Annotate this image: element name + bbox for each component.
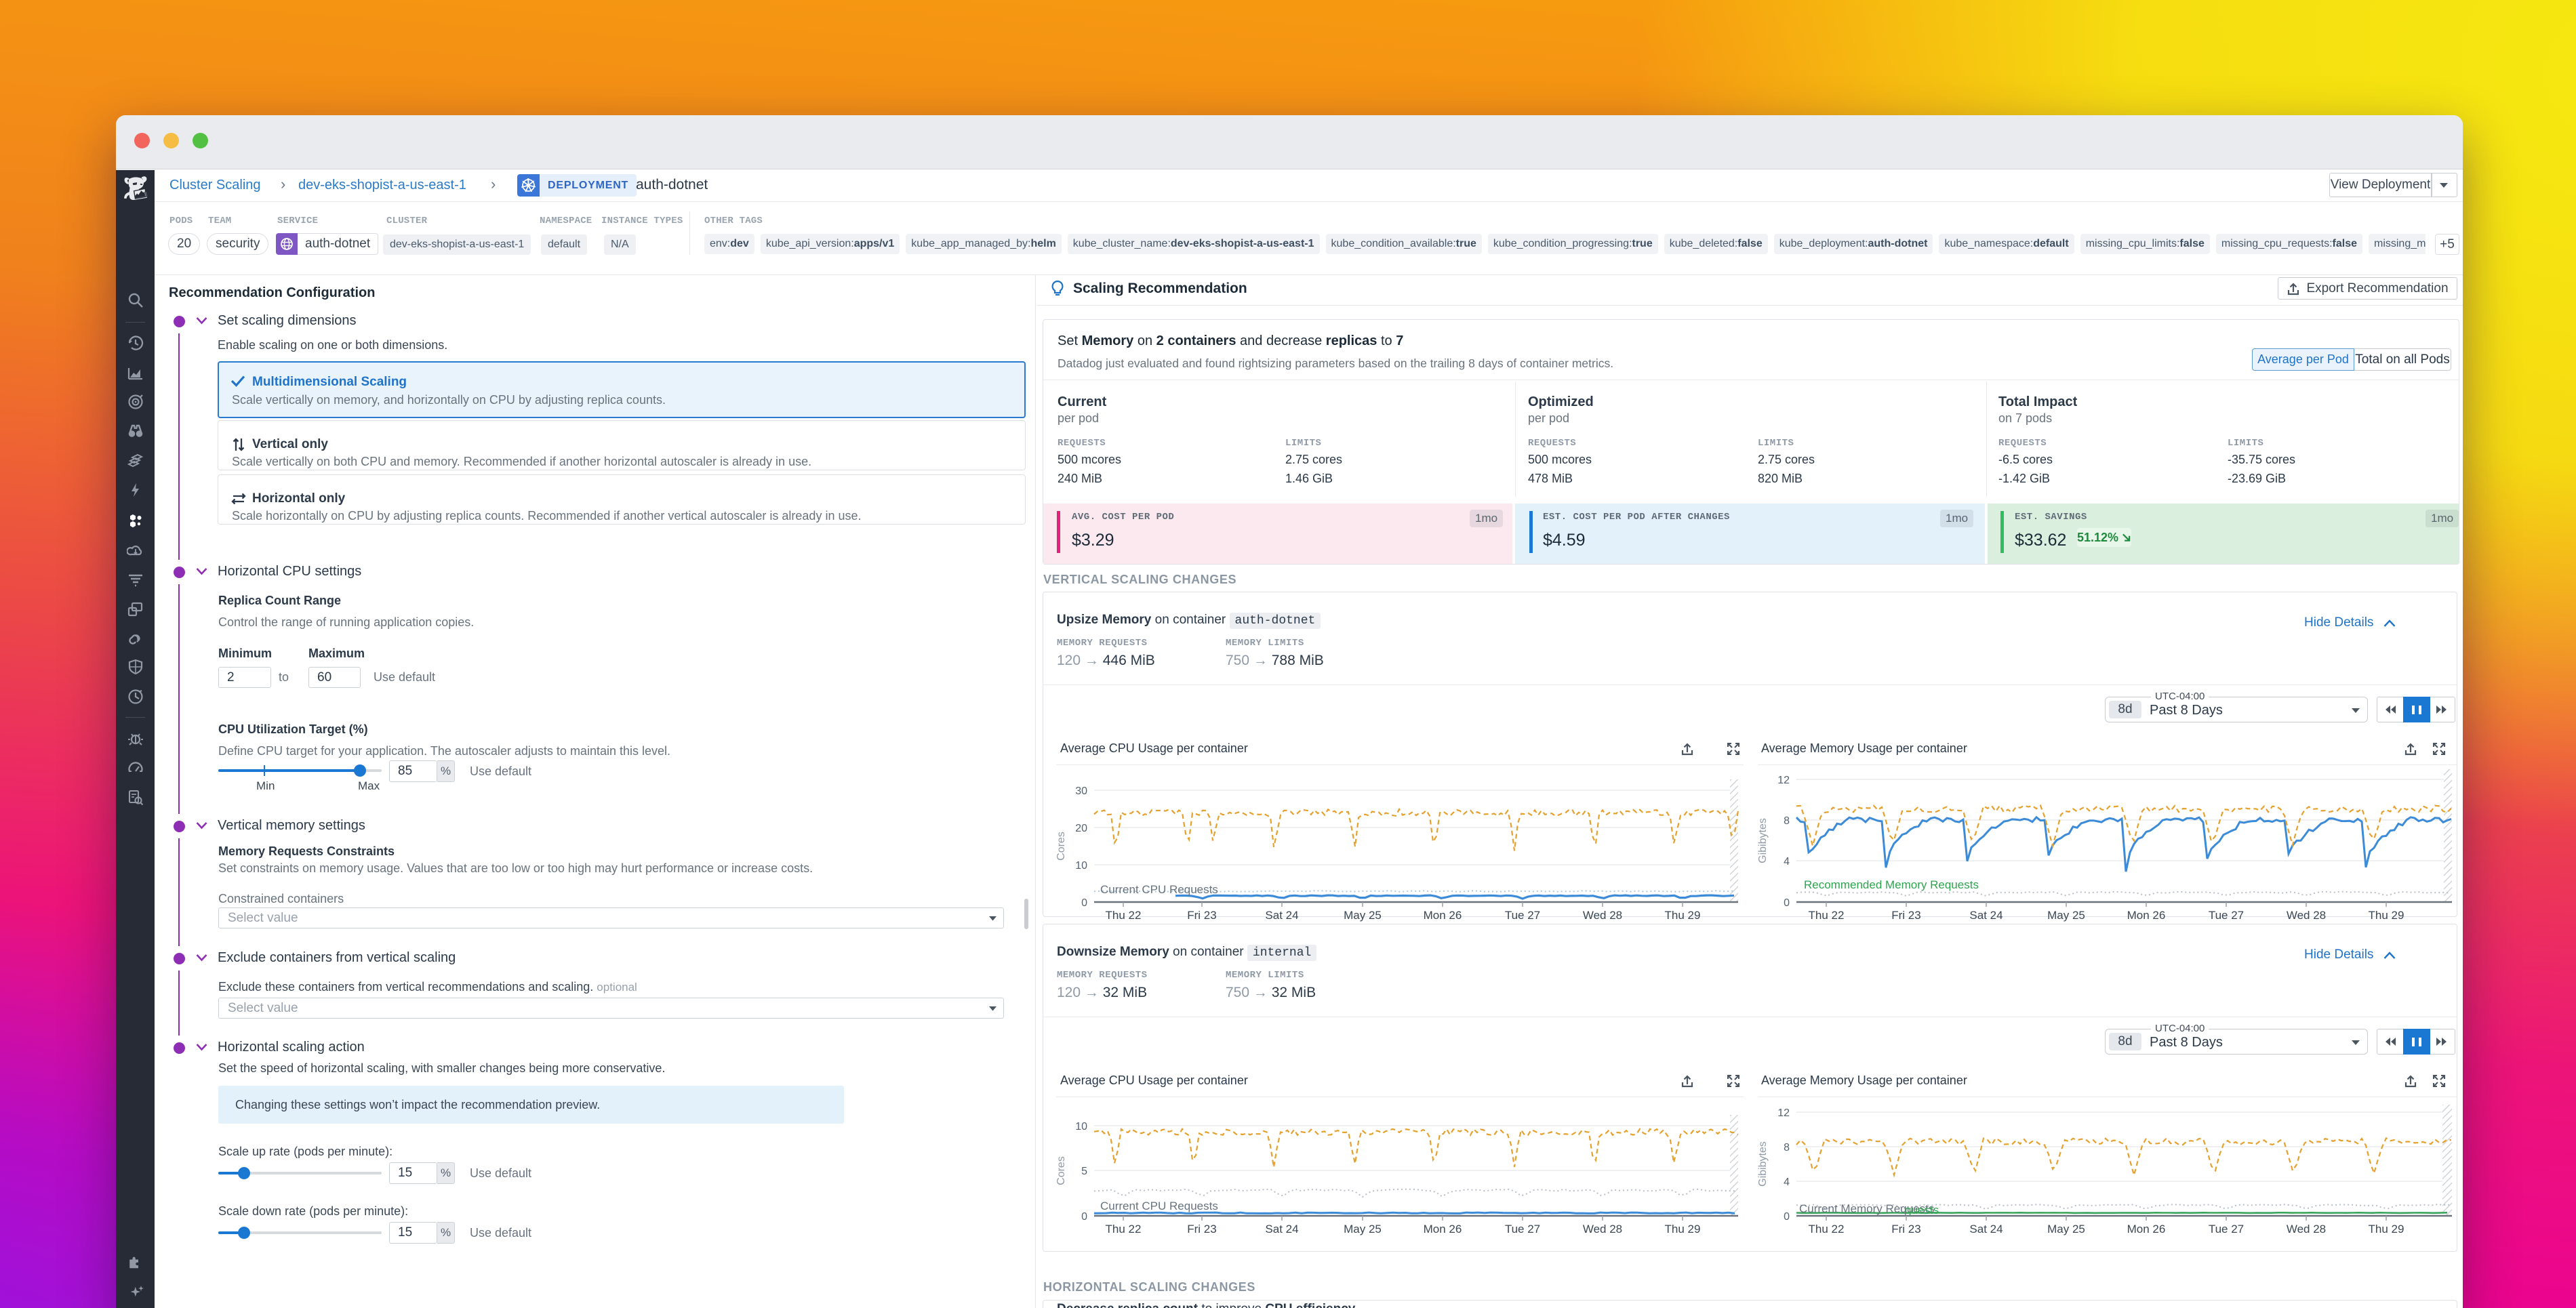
svg-text:4: 4 [1784,856,1790,867]
svg-text:Thu 29: Thu 29 [1665,1223,1701,1235]
svg-text:Tue 27: Tue 27 [1505,1223,1540,1235]
svg-text:0: 0 [1784,1211,1790,1223]
svg-text:Fri 23: Fri 23 [1891,1223,1920,1235]
svg-text:Thu 22: Thu 22 [1809,1223,1845,1235]
svg-text:Fri 23: Fri 23 [1187,1223,1216,1235]
svg-text:Thu 22: Thu 22 [1106,909,1142,922]
svg-text:Current CPU Requests: Current CPU Requests [1100,1200,1218,1212]
svg-text:Recommended Memory Requests: Recommended Memory Requests [1804,878,1979,891]
svg-text:May 25: May 25 [2047,909,2085,922]
svg-text:10: 10 [1075,860,1087,872]
svg-text:May 25: May 25 [1344,1223,1382,1235]
svg-text:Wed 28: Wed 28 [1583,909,1622,922]
svg-text:Thu 29: Thu 29 [2369,909,2404,922]
svg-text:Thu 29: Thu 29 [2369,1223,2404,1235]
svg-text:0: 0 [1081,1211,1087,1223]
svg-text:Tue 27: Tue 27 [2209,1223,2244,1235]
svg-text:20: 20 [1075,823,1087,834]
svg-text:Thu 29: Thu 29 [1665,909,1701,922]
svg-text:May 25: May 25 [1344,909,1382,922]
svg-text:Sat 24: Sat 24 [1265,1223,1298,1235]
svg-text:8: 8 [1784,1142,1790,1153]
svg-text:Sat 24: Sat 24 [1265,909,1298,922]
svg-text:Mon 26: Mon 26 [1424,1223,1462,1235]
svg-text:0: 0 [1081,897,1087,909]
svg-text:Tue 27: Tue 27 [2209,909,2244,922]
svg-text:Mon 26: Mon 26 [2127,909,2166,922]
svg-text:Wed 28: Wed 28 [2287,1223,2326,1235]
svg-text:Mon 26: Mon 26 [1424,909,1462,922]
svg-text:Wed 28: Wed 28 [1583,1223,1622,1235]
svg-text:Sat 24: Sat 24 [1969,1223,2003,1235]
svg-text:0: 0 [1784,897,1790,909]
svg-text:Wed 28: Wed 28 [2287,909,2326,922]
svg-text:12: 12 [1777,1107,1790,1119]
svg-text:May 25: May 25 [2047,1223,2085,1235]
svg-text:4: 4 [1784,1177,1790,1188]
svg-text:Gibibytes: Gibibytes [1758,818,1769,863]
svg-text:8: 8 [1784,815,1790,827]
svg-text:5: 5 [1081,1166,1087,1177]
svg-text:Mon 26: Mon 26 [2127,1223,2166,1235]
svg-text:12: 12 [1777,775,1790,786]
svg-text:Current CPU Requests: Current CPU Requests [1100,883,1218,896]
svg-text:quests: quests [1905,1204,1939,1217]
svg-text:Tue 27: Tue 27 [1505,909,1540,922]
svg-text:Fri 23: Fri 23 [1891,909,1920,922]
svg-text:Fri 23: Fri 23 [1187,909,1216,922]
svg-text:Thu 22: Thu 22 [1809,909,1845,922]
svg-text:Cores: Cores [1056,1156,1067,1185]
svg-text:Cores: Cores [1056,832,1067,861]
svg-text:Gibibytes: Gibibytes [1758,1141,1769,1187]
svg-text:Sat 24: Sat 24 [1969,909,2003,922]
svg-text:30: 30 [1075,785,1087,797]
svg-text:10: 10 [1075,1121,1087,1132]
svg-text:Thu 22: Thu 22 [1106,1223,1142,1235]
